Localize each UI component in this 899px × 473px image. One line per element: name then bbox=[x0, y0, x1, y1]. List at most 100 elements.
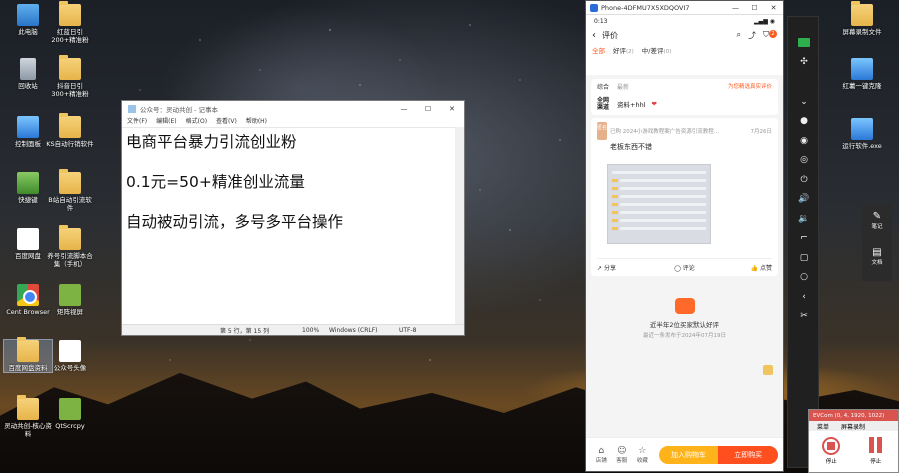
tab-bad[interactable]: 中/差评(0) bbox=[642, 45, 672, 55]
star-icon: ☆ bbox=[638, 445, 647, 456]
favorite-button[interactable]: ☆ 收藏 bbox=[632, 446, 653, 464]
power-button[interactable]: ⏻ bbox=[788, 170, 820, 190]
nav-title: 评价 bbox=[602, 30, 618, 40]
desktop-icon[interactable]: 控制面板 bbox=[4, 116, 52, 148]
phone-maximize-button[interactable]: ☐ bbox=[745, 4, 764, 12]
desktop-icon[interactable]: B站自动引流软件 bbox=[46, 169, 94, 212]
buy-now-button[interactable]: 立即购买 bbox=[718, 445, 779, 464]
share-icon[interactable]: ⤴ bbox=[748, 30, 756, 41]
search-icon[interactable]: ⌕ bbox=[737, 30, 741, 40]
fullscreen-button[interactable]: ✣ bbox=[788, 53, 820, 73]
screenshot-button[interactable]: ✂ bbox=[788, 307, 820, 327]
minimize-button[interactable]: — bbox=[392, 105, 416, 113]
desktop-icon[interactable]: 红蓝日引200+精准粉 bbox=[46, 1, 94, 44]
menu-view[interactable]: 查看(V) bbox=[216, 116, 237, 127]
power-icon: ⏻ bbox=[800, 174, 808, 185]
desktop-icon[interactable]: 此电脑 bbox=[4, 4, 52, 36]
desktop-icon-label: 屏幕录制文件 bbox=[842, 28, 882, 36]
phone-navbar: ‹ 评价 ⌕ ⤴ ⛉ 2 bbox=[586, 27, 783, 43]
add-to-cart-button[interactable]: 加入购物车 bbox=[658, 445, 719, 464]
review-meta: 已购 2024小游戏教程案广告资源引流教程… bbox=[610, 129, 720, 135]
desktop-icon[interactable]: 快捷键 bbox=[4, 172, 52, 204]
recorder-tab-menu[interactable]: 菜单 bbox=[817, 422, 829, 431]
notepad-titlebar[interactable]: 公众号：灵动共创 - 记事本 — ☐ ✕ bbox=[122, 101, 464, 116]
desktop-icon[interactable]: 养号引流脚本合集（手机） bbox=[46, 225, 94, 268]
volume-up-button[interactable]: 🔊 bbox=[788, 190, 820, 210]
sort-comprehensive[interactable]: 综合 bbox=[597, 82, 609, 91]
show-button[interactable]: ◉ bbox=[788, 131, 820, 151]
browser-icon bbox=[17, 284, 39, 306]
desktop-icon[interactable]: KS自动行销软件 bbox=[46, 113, 94, 148]
menu-help[interactable]: 帮助(H) bbox=[246, 116, 267, 127]
notepad-scrollbar[interactable] bbox=[455, 127, 464, 324]
maximize-button[interactable]: ☐ bbox=[416, 105, 440, 113]
pause-record-button[interactable]: 停止 bbox=[867, 437, 885, 465]
eye-off-icon: ◎ bbox=[800, 155, 808, 166]
phone-minimize-button[interactable]: — bbox=[726, 4, 745, 12]
phone-mirror-window[interactable]: Phone-4DFMU7X5XDQOVI7 — ☐ ✕ 0:13 ▂▄▆ ◉ ‹… bbox=[585, 0, 784, 472]
scissors-icon: ✂ bbox=[800, 311, 808, 322]
desktop-icon[interactable]: QtScrcpy bbox=[46, 398, 94, 430]
status-encoding: UTF-8 bbox=[399, 326, 417, 334]
desktop-icon[interactable]: 红薯一键克隆 bbox=[838, 58, 886, 90]
folder-icon bbox=[851, 1, 873, 26]
desktop-icon[interactable]: 抖音日引300+精准粉 bbox=[46, 55, 94, 98]
desktop-icon[interactable]: 屏幕录制文件 bbox=[838, 1, 886, 36]
rotate-button[interactable]: ⌐ bbox=[788, 229, 820, 249]
recorder-tab-record[interactable]: 屏幕录制 bbox=[841, 422, 865, 431]
desktop-icon[interactable]: 百度网盘资料 bbox=[3, 337, 53, 373]
folder-icon bbox=[59, 169, 81, 194]
comment-icon: ◯ bbox=[674, 265, 681, 272]
sort-latest[interactable]: 最新 bbox=[617, 82, 629, 91]
cart-icon[interactable]: ⛉ 2 bbox=[763, 30, 777, 40]
collapse-button[interactable]: ⌄ bbox=[788, 92, 820, 112]
menu-format[interactable]: 格式(O) bbox=[186, 116, 207, 127]
notepad-menubar: 文件(F) 编辑(E) 格式(O) 查看(V) 帮助(H) bbox=[122, 116, 464, 127]
notepad-text-area[interactable]: 电商平台暴力引流创业粉 0.1元=50+精准创业流量 自动被动引流，多号多平台操… bbox=[122, 127, 464, 324]
home-button[interactable]: ○ bbox=[788, 268, 820, 288]
back-button[interactable]: ‹ bbox=[788, 287, 820, 307]
review-image[interactable] bbox=[607, 164, 711, 244]
tab-good[interactable]: 好评(2) bbox=[613, 45, 634, 55]
real-review-link[interactable]: 为您精选真实评价 bbox=[728, 82, 772, 90]
status-line-ending: Windows (CRLF) bbox=[329, 326, 378, 334]
comment-action[interactable]: ◯ 评论 bbox=[655, 263, 713, 272]
record-button[interactable]: ● bbox=[788, 112, 820, 132]
phone-titlebar[interactable]: Phone-4DFMU7X5XDQOVI7 — ☐ ✕ bbox=[586, 1, 783, 15]
tab-all[interactable]: 全部 bbox=[592, 45, 605, 55]
screen-toggle-button[interactable] bbox=[788, 33, 820, 53]
close-button[interactable]: ✕ bbox=[440, 105, 464, 113]
desktop-icon[interactable]: 回收站 bbox=[4, 58, 52, 90]
menu-edit[interactable]: 编辑(E) bbox=[156, 116, 176, 127]
hide-button[interactable]: ◎ bbox=[788, 151, 820, 171]
screen-recorder-widget[interactable]: EVCom (0, 4, 1920, 1022) 菜单 屏幕录制 停止 停止 bbox=[808, 409, 899, 473]
like-action[interactable]: 👍 点赞 bbox=[714, 263, 772, 272]
share-action[interactable]: ↗ 分享 bbox=[597, 263, 655, 272]
desktop-icon[interactable]: 矩阵视屏 bbox=[46, 284, 94, 316]
volume-down-button[interactable]: 🔉 bbox=[788, 209, 820, 229]
phone-close-button[interactable]: ✕ bbox=[764, 4, 783, 12]
recycle-bin-icon bbox=[20, 58, 36, 80]
floating-folder-icon[interactable] bbox=[763, 365, 773, 375]
status-position: 第 5 行，第 15 列 bbox=[220, 327, 270, 335]
desktop-icon[interactable]: Cent Browser bbox=[4, 284, 52, 316]
note-button[interactable]: ✎ 笔记 bbox=[862, 205, 892, 241]
desktop-icon[interactable]: 百度网盘 bbox=[4, 228, 52, 260]
service-button[interactable]: ☺ 客服 bbox=[612, 446, 633, 464]
square-button[interactable]: ▢ bbox=[788, 248, 820, 268]
desktop-icon[interactable]: 公众号头像 bbox=[46, 340, 94, 372]
shop-button[interactable]: ⌂ 店铺 bbox=[591, 446, 612, 464]
notepad-window[interactable]: 公众号：灵动共创 - 记事本 — ☐ ✕ 文件(F) 编辑(E) 格式(O) 查… bbox=[121, 100, 465, 336]
desktop-icon[interactable]: 灵动共创-核心资料 bbox=[4, 395, 52, 438]
review-card: 匿名 已购 2024小游戏教程案广告资源引流教程… 7月26日 老板东西不错 ↗… bbox=[591, 118, 778, 276]
desktop-icon-label: KS自动行销软件 bbox=[46, 140, 94, 148]
back-arrow-icon[interactable]: ‹ bbox=[592, 30, 596, 41]
desktop-icon-label: 矩阵视屏 bbox=[57, 308, 83, 316]
menu-file[interactable]: 文件(F) bbox=[127, 116, 147, 127]
app-icon bbox=[851, 58, 873, 80]
stop-record-button[interactable]: 停止 bbox=[822, 437, 841, 465]
desktop-icon[interactable]: 运行软件.exe bbox=[838, 118, 886, 150]
baidu-netdisk-icon bbox=[17, 228, 39, 250]
desktop-icon-label: QtScrcpy bbox=[55, 422, 85, 430]
doc-button[interactable]: ▤ 文档 bbox=[862, 241, 892, 277]
